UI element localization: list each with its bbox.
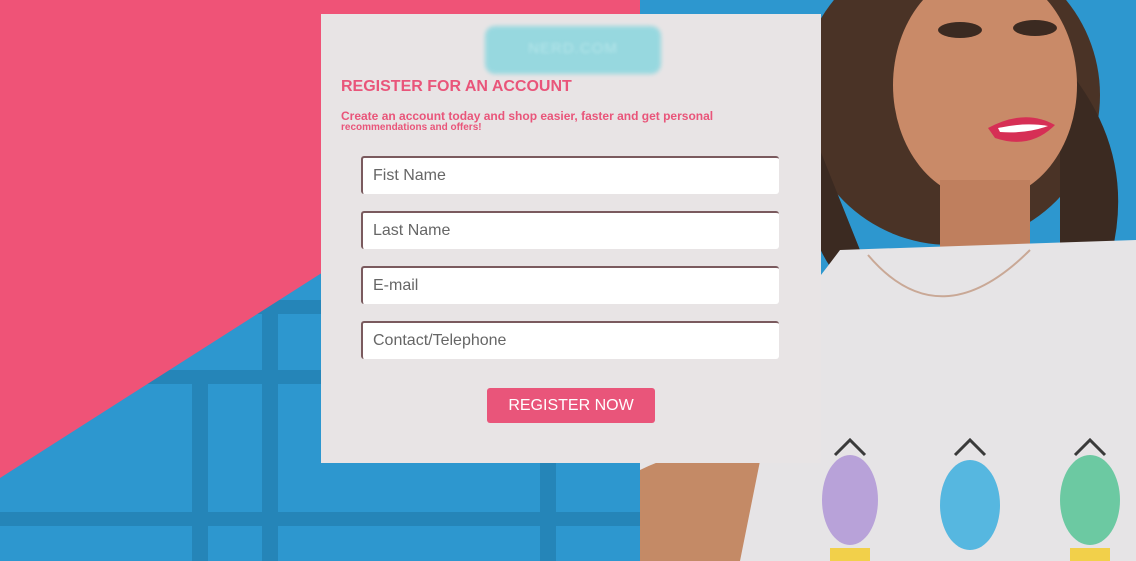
register-card: NERD.COM REGISTER FOR AN ACCOUNT Create … (321, 14, 821, 463)
register-now-button[interactable]: REGISTER NOW (487, 388, 655, 423)
first-name-input[interactable] (361, 156, 779, 194)
email-input[interactable] (361, 266, 779, 304)
last-name-input[interactable] (361, 211, 779, 249)
form-subtitle-line2: recommendations and offers! (341, 122, 482, 133)
telephone-input[interactable] (361, 321, 779, 359)
form-subtitle: Create an account today and shop easier,… (341, 110, 771, 134)
form-subtitle-line1: Create an account today and shop easier,… (341, 109, 714, 123)
form-title: REGISTER FOR AN ACCOUNT (341, 78, 572, 95)
site-logo-text: NERD.COM (528, 40, 618, 57)
